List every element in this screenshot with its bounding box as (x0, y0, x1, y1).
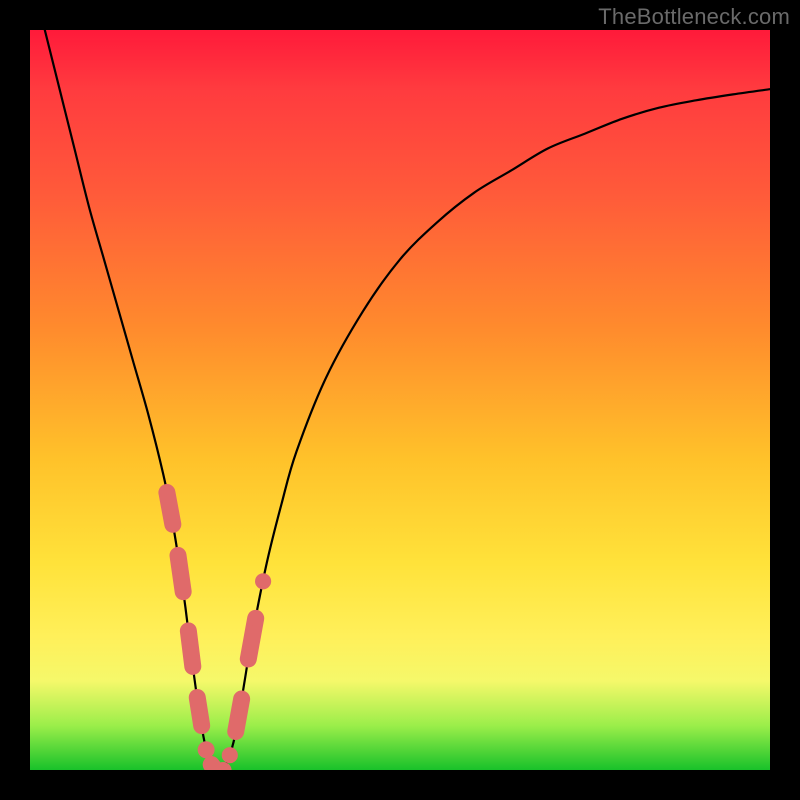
bead-capsule (211, 765, 217, 770)
bead (175, 584, 191, 600)
bead (234, 691, 250, 707)
bead (240, 651, 256, 667)
watermark-text: TheBottleneck.com (598, 4, 790, 30)
plot-area (30, 30, 770, 770)
bead (228, 723, 244, 739)
bead (159, 484, 175, 500)
bead (189, 689, 205, 705)
bead (255, 573, 271, 589)
outer-frame: TheBottleneck.com (0, 0, 800, 800)
bead (180, 623, 196, 639)
bead (185, 658, 201, 674)
bead (198, 741, 215, 758)
chart-svg (30, 30, 770, 770)
bead (194, 718, 210, 734)
bead (165, 516, 181, 532)
bead (248, 610, 264, 626)
bead-cluster (159, 484, 271, 770)
bead (170, 547, 186, 563)
bottleneck-curve (45, 30, 770, 770)
bead (222, 747, 238, 763)
